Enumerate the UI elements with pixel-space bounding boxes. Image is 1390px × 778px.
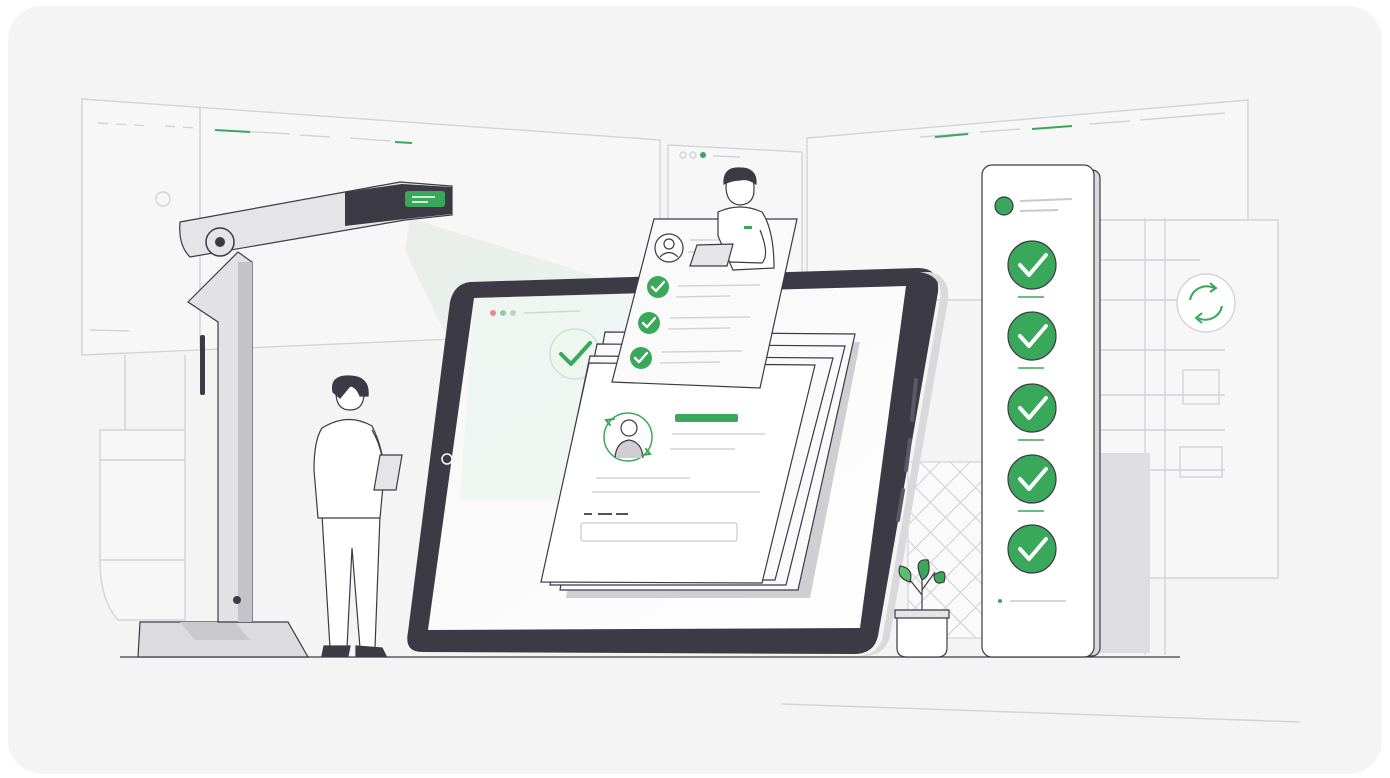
scanner-indicator [405,191,445,207]
check-circle-icon [1007,311,1057,361]
panel-footer-dot [998,599,1002,603]
shelf-block [1100,453,1150,653]
check-circle-icon [1007,454,1057,504]
standing-shoes [321,645,387,657]
document-title-bar [675,414,738,422]
scanner-slot [200,335,205,395]
mid-dot-3 [700,152,706,158]
screen-dot-gray [510,310,516,316]
checklist-panel [981,164,1101,658]
document-verification-illustration [81,98,1301,723]
person-badge [744,226,752,229]
document-profile [603,412,653,462]
left-dash-3 [89,329,131,332]
left-lower-rect [124,355,186,430]
left-green-dash-2 [394,141,413,144]
panel-status-dot [994,196,1014,216]
floor-line [781,703,1301,723]
person-tablet [689,243,734,267]
plant-pot [896,613,948,658]
scanner-button [233,596,241,604]
document-input-field [580,522,738,542]
left-lower-panel [99,429,186,621]
plant-leaf-3 [933,571,946,584]
card-avatar-icon [654,233,684,263]
standing-torso [313,418,385,519]
scanner-joint-center [215,237,225,247]
check-circle-icon [1007,240,1057,290]
person-standing [313,375,403,657]
screen-dot-green [500,310,506,316]
check-circle-icon [1007,524,1057,574]
plant-pot-rim [894,609,950,619]
standing-legs [321,514,381,649]
mid-dash [712,155,741,158]
screen-dot-red [490,310,496,316]
sync-arrows-icon [1176,273,1236,333]
scanner-pole-shade [238,262,252,622]
check-circle-icon [1007,383,1057,433]
